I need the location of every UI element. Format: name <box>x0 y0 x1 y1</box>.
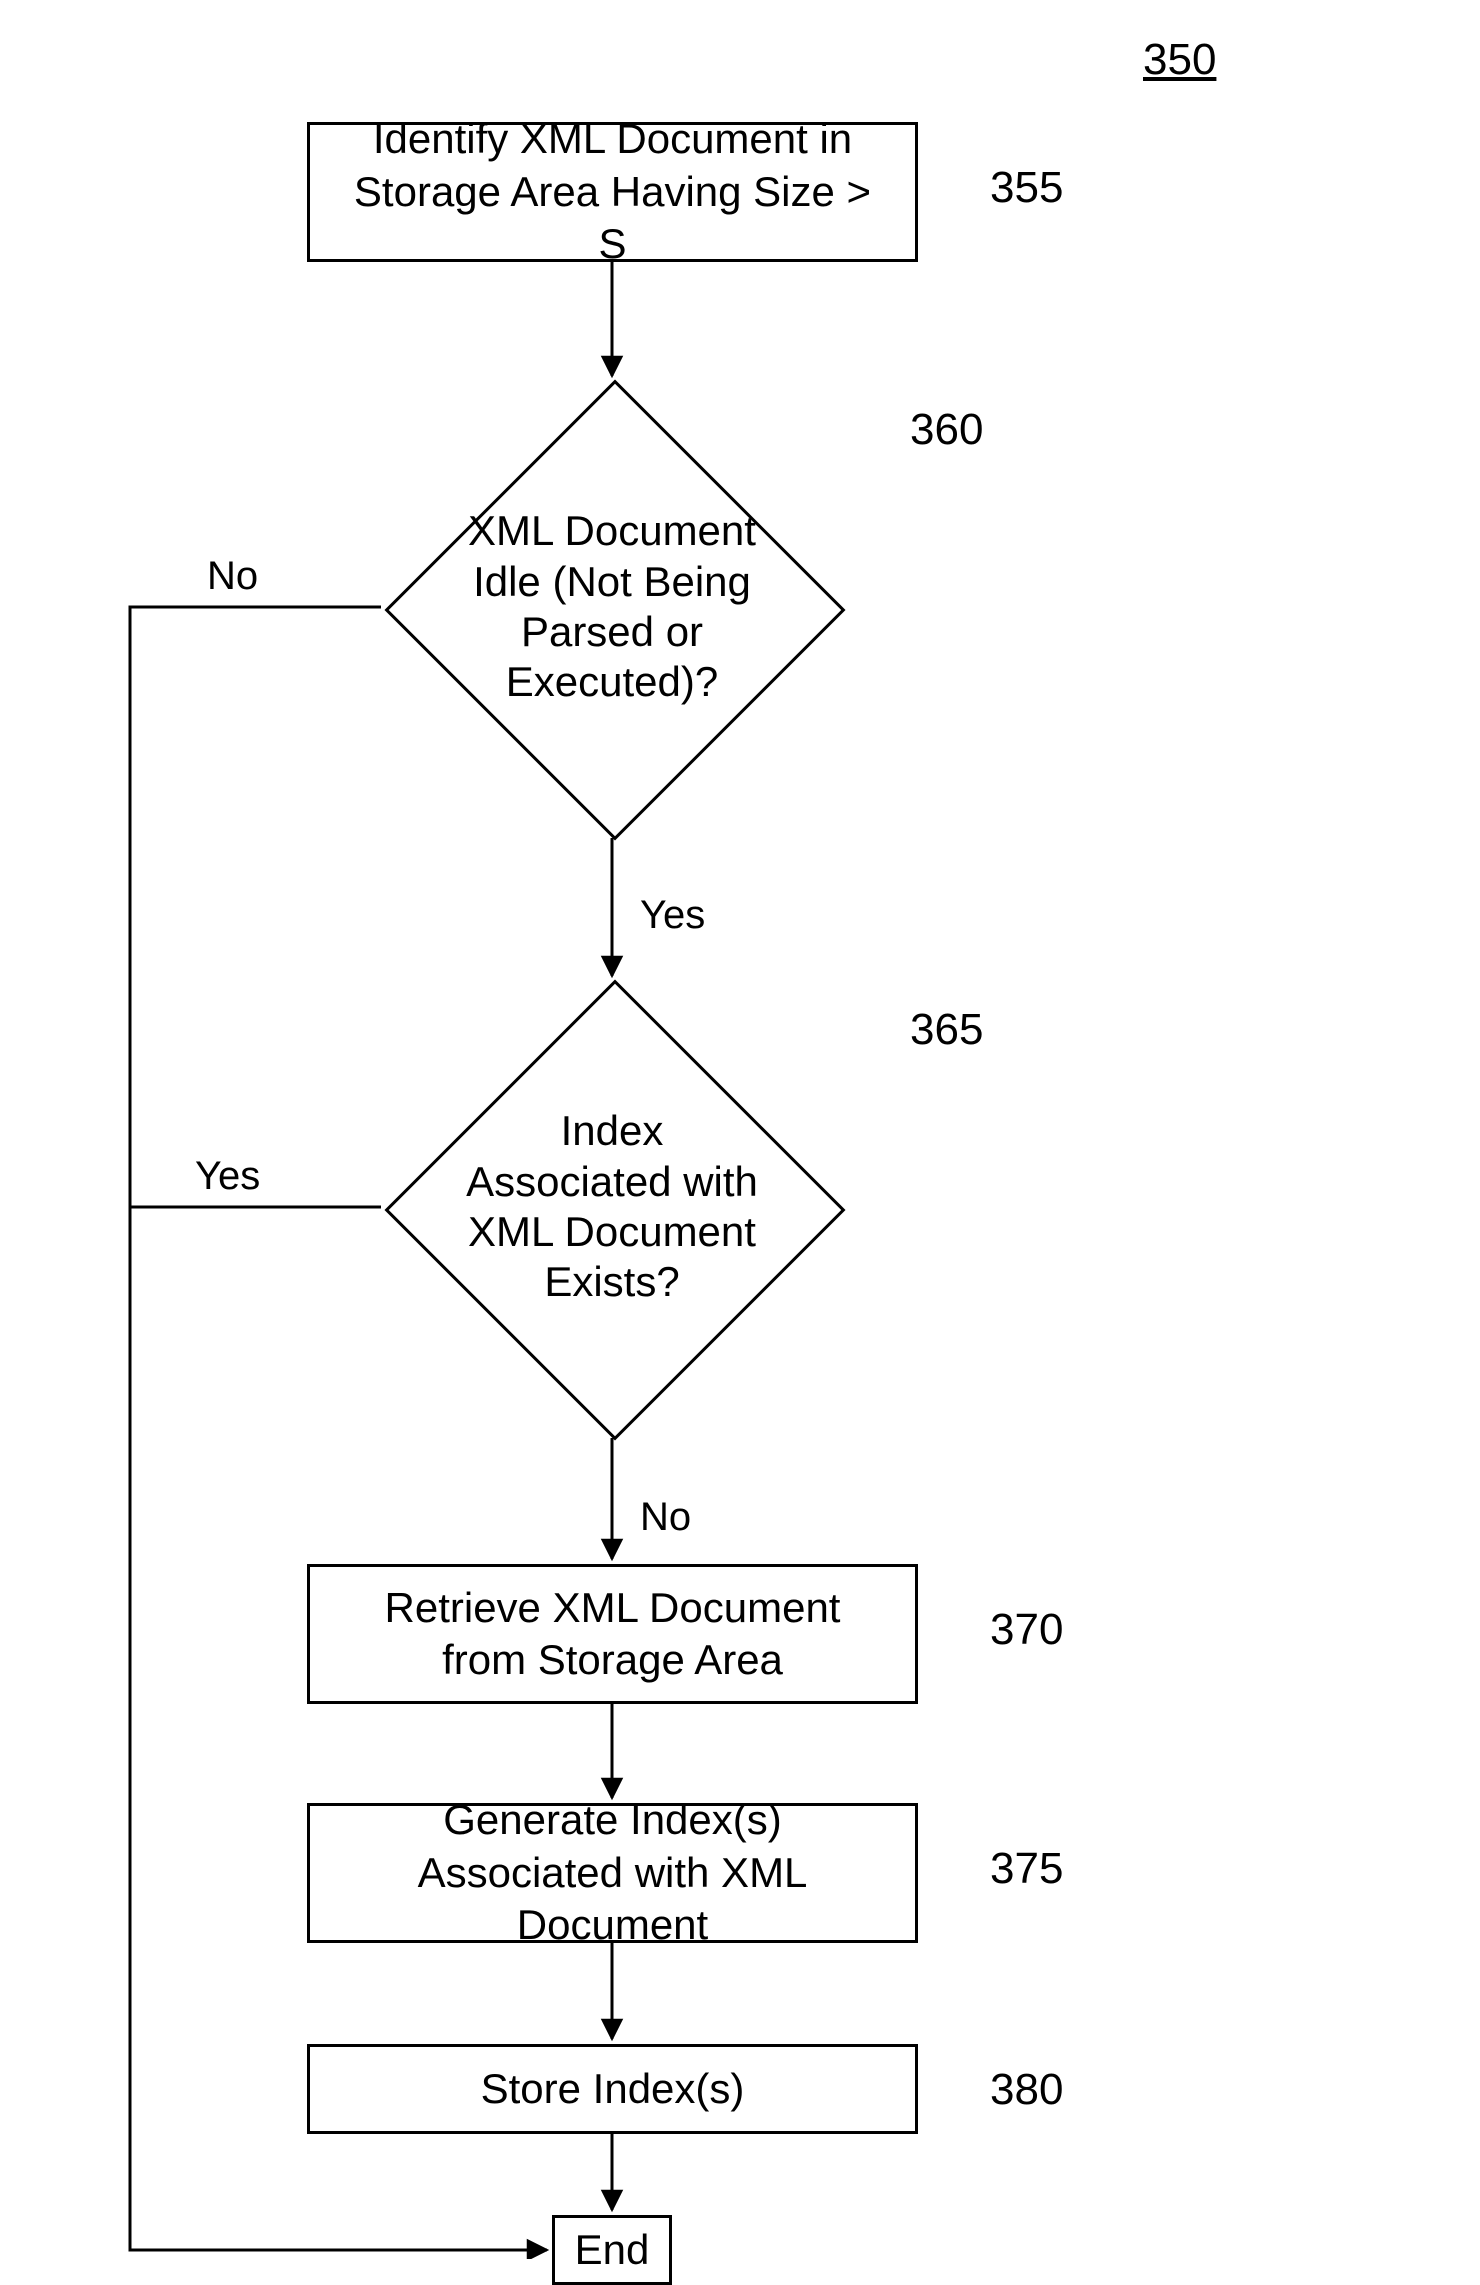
flowchart-canvas: 350 Identify XML Document in Storage Are… <box>0 0 1480 2259</box>
step-355-num: 355 <box>990 163 1063 213</box>
decision-360-text: XML Document Idle (Not Being Parsed or E… <box>386 381 838 833</box>
step-380-num: 380 <box>990 2065 1063 2115</box>
decision-360: XML Document Idle (Not Being Parsed or E… <box>386 381 838 833</box>
step-380: Store Index(s) <box>307 2044 918 2134</box>
figure-number: 350 <box>1143 35 1216 85</box>
step-375: Generate Index(s) Associated with XML Do… <box>307 1803 918 1943</box>
edge-label-365-yes: Yes <box>195 1154 260 1199</box>
edge-label-365-no: No <box>640 1495 691 1540</box>
edge-label-360-no: No <box>207 554 258 599</box>
decision-365-text: Index Associated with XML Document Exist… <box>386 981 838 1433</box>
step-370-num: 370 <box>990 1605 1063 1655</box>
step-370: Retrieve XML Document from Storage Area <box>307 1564 918 1704</box>
step-375-num: 375 <box>990 1844 1063 1894</box>
step-355: Identify XML Document in Storage Area Ha… <box>307 122 918 262</box>
edge-label-360-yes: Yes <box>640 893 705 938</box>
terminator-end: End <box>552 2215 672 2285</box>
step-360-num: 360 <box>910 405 983 455</box>
decision-365: Index Associated with XML Document Exist… <box>386 981 838 1433</box>
step-365-num: 365 <box>910 1005 983 1055</box>
